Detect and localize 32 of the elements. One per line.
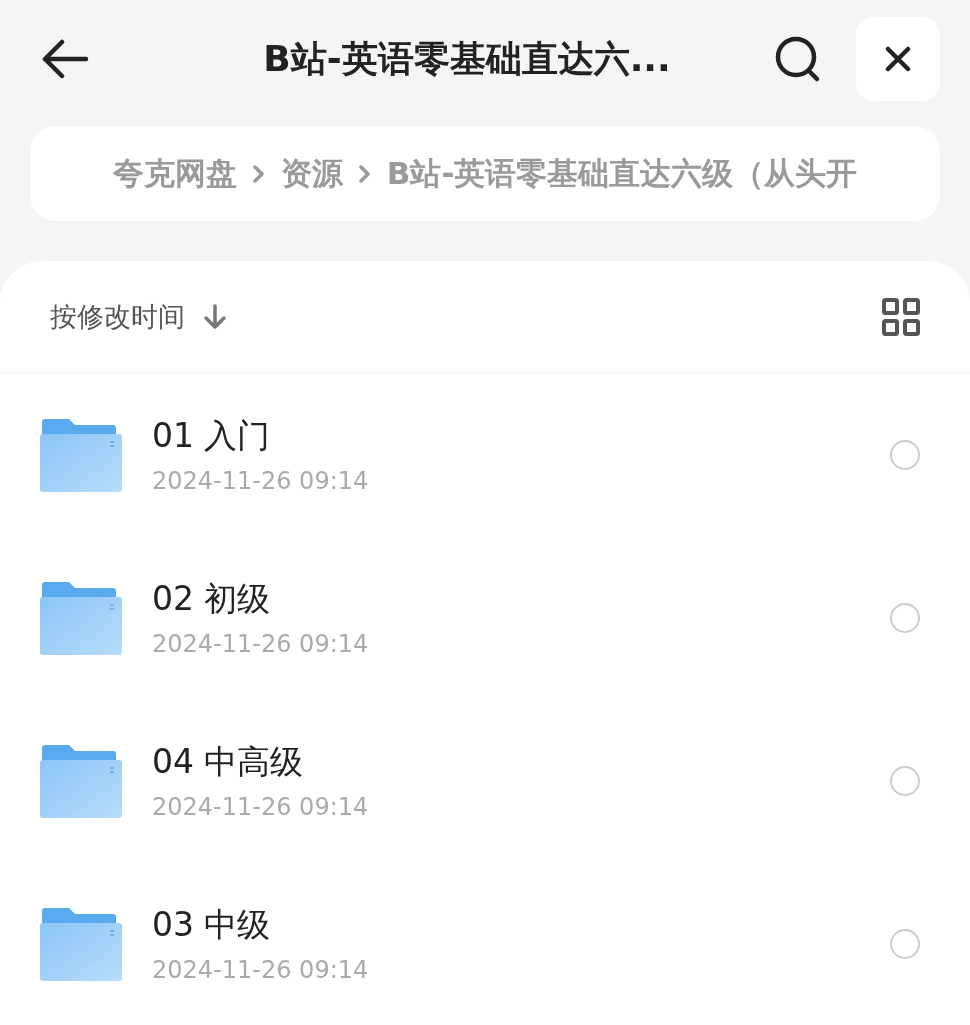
grid-view-icon[interactable] (882, 297, 920, 336)
folder-row[interactable]: 03 中级 2024-11-26 09:14 (0, 862, 970, 1025)
select-radio[interactable] (890, 928, 920, 959)
folder-row[interactable]: 01 入门 2024-11-26 09:14 (0, 373, 970, 536)
select-radio[interactable] (890, 439, 920, 470)
modified-date: 2024-11-26 09:14 (152, 956, 370, 984)
search-button[interactable] (774, 35, 822, 84)
down-arrow-icon (203, 302, 227, 331)
back-arrow-icon (40, 39, 90, 80)
modified-date: 2024-11-26 09:14 (152, 467, 370, 495)
folder-icon (40, 906, 122, 981)
chevron-icon (358, 163, 371, 184)
page-title: B站-英语零基础直达六... (262, 36, 672, 81)
modified-date: 2024-11-26 09:14 (152, 793, 370, 821)
back-button[interactable] (40, 39, 90, 80)
folder-name: 01 入门 (152, 415, 272, 457)
folder-row[interactable]: 04 中高级 2024-11-26 09:14 (0, 699, 970, 862)
modified-date: 2024-11-26 09:14 (152, 630, 370, 658)
folder-icon (40, 417, 122, 492)
folder-name: 04 中高级 (152, 741, 305, 783)
close-icon (885, 46, 911, 73)
select-radio[interactable] (890, 765, 920, 796)
folder-name: 02 初级 (152, 578, 272, 620)
select-radio[interactable] (890, 602, 920, 633)
search-icon (774, 35, 822, 84)
sort-button[interactable]: 按修改时间 (50, 298, 227, 335)
folder-icon (40, 580, 122, 655)
folder-row[interactable]: 02 初级 2024-11-26 09:14 (0, 536, 970, 699)
folder-icon (40, 743, 122, 818)
close-button[interactable] (856, 17, 940, 102)
folder-name: 03 中级 (152, 904, 272, 946)
chevron-icon (252, 163, 265, 184)
